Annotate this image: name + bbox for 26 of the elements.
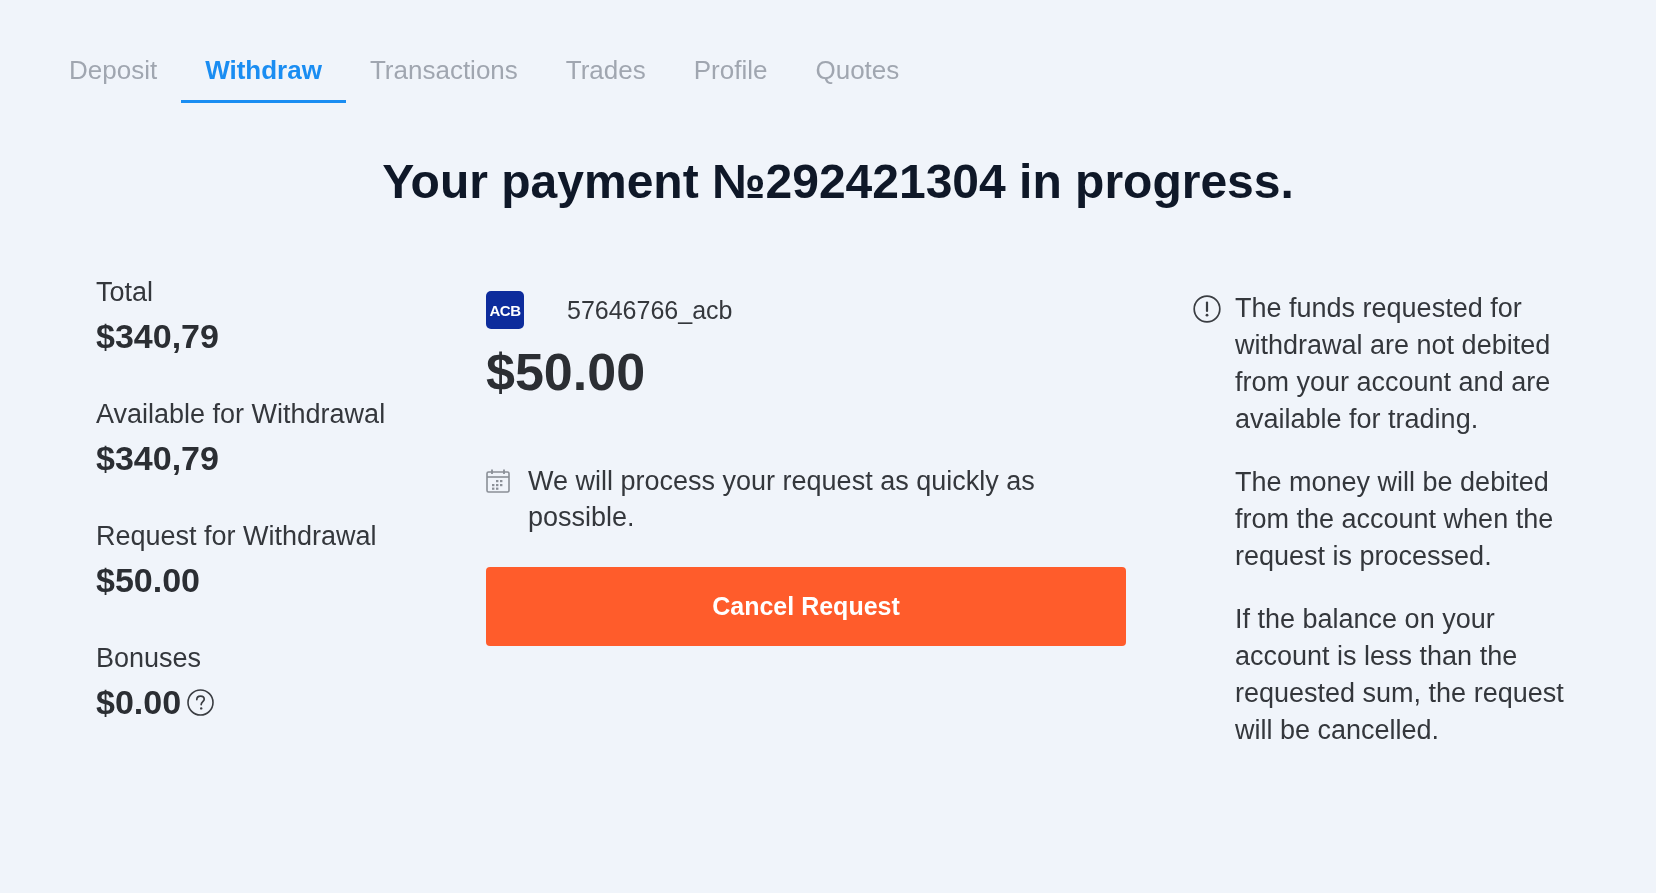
tab[interactable]: Deposit	[45, 40, 182, 103]
bank-logo: ACB	[486, 291, 524, 329]
page-title: Your payment №292421304 in progress.	[381, 154, 1295, 210]
summary-label: Total	[96, 277, 155, 307]
summary-value: $50.00	[96, 560, 200, 600]
tab[interactable]: Trades	[541, 40, 670, 103]
tab[interactable]: Profile	[669, 40, 792, 103]
summary-label: Request for Withdrawal	[96, 521, 378, 551]
summary-label: Bonuses	[96, 643, 203, 673]
payment-amount: $50.00	[486, 342, 647, 402]
processing-note: We will process your request as quickly as possible.	[528, 465, 1036, 534]
help-icon	[187, 688, 215, 716]
calendar-icon	[486, 469, 510, 493]
info-paragraph: The money will be debited from the account when the request is processed.	[1235, 466, 1555, 573]
cancel-request-button[interactable]: Cancel Request	[486, 567, 1126, 646]
exclamation-circle-icon	[1193, 295, 1221, 323]
info-paragraph: The funds requested for withdrawal are not debited from your account and are available for trading.	[1235, 292, 1552, 436]
summary-value: $340,79	[96, 438, 219, 478]
tab[interactable]: Quotes	[791, 40, 924, 103]
tab[interactable]: Withdraw	[181, 40, 346, 103]
summary-value: $0.00	[96, 682, 182, 722]
info-paragraph: If the balance on your account is less than the requested sum, the request will be cancelled.	[1235, 603, 1565, 747]
account-number: 57646766_acb	[567, 295, 733, 325]
summary-label: Available for Withdrawal	[96, 399, 387, 429]
tab[interactable]: Transactions	[345, 40, 542, 103]
summary-value: $340,79	[96, 316, 219, 356]
